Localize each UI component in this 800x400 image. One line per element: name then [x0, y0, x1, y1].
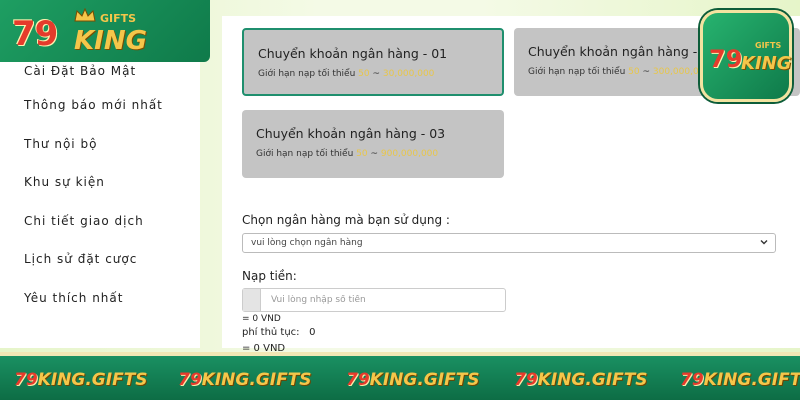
limit-label: Giới hạn nạp tối thiểu	[256, 149, 357, 159]
limit-max: 900,000,000	[380, 149, 439, 159]
limit-min: 50	[628, 67, 640, 77]
footer-brand-name: KING.GIFTS	[703, 370, 800, 390]
bank-select[interactable]: vui lòng chọn ngân hàng	[242, 233, 776, 253]
sidebar-item-label: Lịch sử đặt cược	[24, 252, 138, 267]
fee-label: phí thủ tục:	[242, 327, 300, 338]
sidebar-item-label: Thư nội bộ	[24, 136, 98, 151]
amount-input[interactable]	[261, 289, 505, 311]
sidebar-item-security[interactable]: Cài Đặt Bảo Mật	[0, 56, 200, 86]
sidebar-item-notifications[interactable]: Thông báo mới nhất	[0, 86, 200, 125]
sidebar-item-label: Yêu thích nhất	[24, 290, 124, 305]
brand-badge: 79 GIFTS KING	[700, 10, 792, 102]
footer-brand-number: 79	[178, 370, 202, 390]
sidebar-item-transactions[interactable]: Chi tiết giao dịch	[0, 202, 200, 241]
limit-min: 50	[358, 69, 370, 79]
footer-brand-text: 79KING.GIFTS	[514, 370, 648, 390]
bank-option-03[interactable]: Chuyển khoản ngân hàng - 03 Giới hạn nạp…	[242, 110, 504, 178]
footer-brand-name: KING.GIFTS	[201, 370, 312, 390]
fee-value: 0	[309, 327, 316, 338]
chevron-down-icon	[760, 240, 768, 245]
limit-separator: ~	[639, 67, 653, 77]
badge-gifts: GIFTS	[755, 41, 782, 50]
footer-brand-text: 79KING.GIFTS	[346, 370, 480, 390]
bank-option-name: Chuyển khoản ngân hàng - 01	[258, 46, 448, 61]
bank-option-limit: Giới hạn nạp tối thiểu 50 ~ 30,000,000	[258, 69, 488, 79]
footer-brand-number: 79	[514, 370, 538, 390]
footer-brand-name: KING.GIFTS	[369, 370, 480, 390]
footer-brand-text: 79KING.GIFTS	[178, 370, 312, 390]
footer-brand-number: 79	[680, 370, 704, 390]
footer-brand-name: KING.GIFTS	[37, 370, 148, 390]
limit-max: 30,000,000	[382, 69, 435, 79]
badge-king: KING	[741, 53, 792, 74]
limit-max: 300,000,0	[652, 67, 699, 77]
limit-label: Giới hạn nạp tối thiểu	[528, 67, 629, 77]
amount-prefix	[243, 289, 261, 311]
limit-separator: ~	[369, 69, 383, 79]
limit-separator: ~	[367, 149, 381, 159]
sidebar-item-label: Thông báo mới nhất	[24, 98, 163, 113]
bank-option-01[interactable]: Chuyển khoản ngân hàng - 01 Giới hạn nạp…	[242, 28, 504, 96]
footer-brand-number: 79	[346, 370, 370, 390]
sidebar-item-events[interactable]: Khu sự kiện	[0, 163, 200, 202]
footer-brand-text: 79KING.GIFTS	[680, 370, 800, 390]
brand-logo-gifts: GIFTS	[100, 12, 137, 25]
brand-logo-number: 79	[12, 14, 58, 54]
bank-option-name: Chuyển khoản ngân hàng - 03	[256, 126, 446, 141]
sidebar-item-label: Chi tiết giao dịch	[24, 213, 144, 228]
brand-logo-king: KING	[74, 26, 147, 56]
limit-label: Giới hạn nạp tối thiểu	[258, 69, 359, 79]
limit-min: 50	[356, 149, 368, 159]
bank-select-value: vui lòng chọn ngân hàng	[251, 238, 363, 248]
bank-select-label: Chọn ngân hàng mà bạn sử dụng :	[242, 213, 450, 227]
footer-brand-number: 79	[14, 370, 38, 390]
footer-banner: 79KING.GIFTS 79KING.GIFTS 79KING.GIFTS 7…	[0, 352, 800, 400]
badge-number: 79	[709, 45, 743, 73]
amount-label: Nạp tiền:	[242, 269, 297, 283]
amount-field	[242, 288, 506, 312]
sidebar-item-label: Cài Đặt Bảo Mật	[24, 64, 137, 78]
footer-brand-name: KING.GIFTS	[537, 370, 648, 390]
converted-amount: = 0 VND	[242, 314, 281, 324]
fee-row: phí thủ tục: 0	[242, 327, 315, 338]
bank-option-limit: Giới hạn nạp tối thiểu 50 ~ 900,000,000	[256, 149, 490, 159]
sidebar-item-bet-history[interactable]: Lịch sử đặt cược	[0, 240, 200, 279]
sidebar-item-favorites[interactable]: Yêu thích nhất	[0, 279, 200, 318]
sidebar-item-label: Khu sự kiện	[24, 175, 105, 190]
brand-logo[interactable]: 79 GIFTS KING	[0, 0, 210, 62]
sidebar-item-inbox[interactable]: Thư nội bộ	[0, 125, 200, 164]
footer-brand-text: 79KING.GIFTS	[14, 370, 148, 390]
crown-icon	[74, 8, 96, 22]
account-sidebar: Cài Đặt Bảo Mật Thông báo mới nhất Thư n…	[0, 62, 200, 348]
